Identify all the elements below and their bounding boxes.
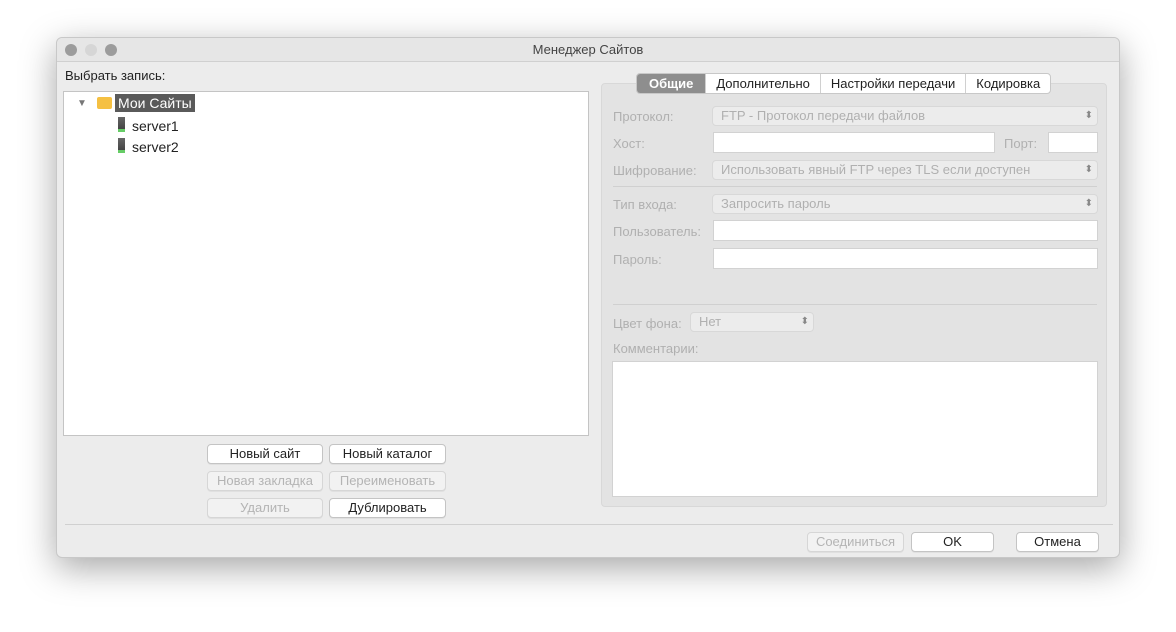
tab-advanced[interactable]: Дополнительно — [706, 74, 821, 93]
tree-item-server[interactable]: server1 — [132, 118, 179, 134]
new-folder-button[interactable]: Новый каталог — [329, 444, 446, 464]
protocol-label: Протокол: — [613, 109, 674, 124]
logon-type-label: Тип входа: — [613, 197, 677, 212]
divider — [613, 186, 1097, 187]
user-input[interactable] — [713, 220, 1098, 241]
password-label: Пароль: — [613, 252, 662, 267]
tab-charset[interactable]: Кодировка — [966, 74, 1050, 93]
cancel-button[interactable]: Отмена — [1016, 532, 1099, 552]
protocol-value: FTP - Протокол передачи файлов — [721, 108, 926, 123]
chevron-updown-icon: ⬍ — [1084, 198, 1093, 209]
tab-general[interactable]: Общие — [637, 74, 707, 93]
duplicate-button[interactable]: Дублировать — [329, 498, 446, 518]
encryption-label: Шифрование: — [613, 163, 697, 178]
logon-type-select[interactable]: Запросить пароль ⬍ — [712, 194, 1098, 214]
server-icon — [118, 138, 125, 153]
zoom-window-button[interactable] — [105, 44, 117, 56]
window-title: Менеджер Сайтов — [532, 42, 644, 57]
select-entry-label: Выбрать запись: — [65, 68, 166, 83]
encryption-select[interactable]: Использовать явный FTP через TLS если до… — [712, 160, 1098, 180]
port-input[interactable] — [1048, 132, 1098, 153]
delete-button[interactable]: Удалить — [207, 498, 323, 518]
server-icon — [118, 117, 125, 132]
divider — [613, 304, 1097, 305]
disclosure-triangle-icon[interactable]: ▼ — [77, 98, 87, 109]
close-window-button[interactable] — [65, 44, 77, 56]
protocol-select[interactable]: FTP - Протокол передачи файлов ⬍ — [712, 106, 1098, 126]
bg-color-select[interactable]: Нет ⬍ — [690, 312, 814, 332]
encryption-value: Использовать явный FTP через TLS если до… — [721, 162, 1031, 177]
rename-button[interactable]: Переименовать — [329, 471, 446, 491]
new-bookmark-button[interactable]: Новая закладка — [207, 471, 323, 491]
tab-transfer-settings[interactable]: Настройки передачи — [821, 74, 967, 93]
bg-color-label: Цвет фона: — [613, 316, 682, 331]
logon-type-value: Запросить пароль — [721, 196, 831, 211]
divider — [65, 524, 1113, 525]
host-input[interactable] — [713, 132, 995, 153]
tree-item-server[interactable]: server2 — [132, 139, 179, 155]
chevron-updown-icon: ⬍ — [800, 316, 809, 327]
password-input[interactable] — [713, 248, 1098, 269]
comments-label: Комментарии: — [613, 341, 699, 356]
site-manager-window: Менеджер Сайтов Выбрать запись: ▼ Мои Са… — [56, 37, 1120, 558]
minimize-window-button[interactable] — [85, 44, 97, 56]
bg-color-value: Нет — [699, 314, 722, 329]
chevron-updown-icon: ⬍ — [1084, 110, 1093, 121]
site-tree[interactable]: ▼ Мои Сайты server1 server2 — [63, 91, 589, 436]
ok-button[interactable]: OK — [911, 532, 994, 552]
new-site-button[interactable]: Новый сайт — [207, 444, 323, 464]
connect-button[interactable]: Соединиться — [807, 532, 904, 552]
user-label: Пользователь: — [613, 224, 701, 239]
comments-textarea[interactable] — [612, 361, 1098, 497]
chevron-updown-icon: ⬍ — [1084, 164, 1093, 175]
port-label: Порт: — [1004, 136, 1038, 151]
tree-item-my-sites[interactable]: Мои Сайты — [115, 94, 195, 112]
title-bar: Менеджер Сайтов — [57, 38, 1119, 62]
host-label: Хост: — [613, 136, 645, 151]
tab-bar: Общие Дополнительно Настройки передачи К… — [636, 73, 1052, 94]
folder-icon — [97, 97, 112, 109]
